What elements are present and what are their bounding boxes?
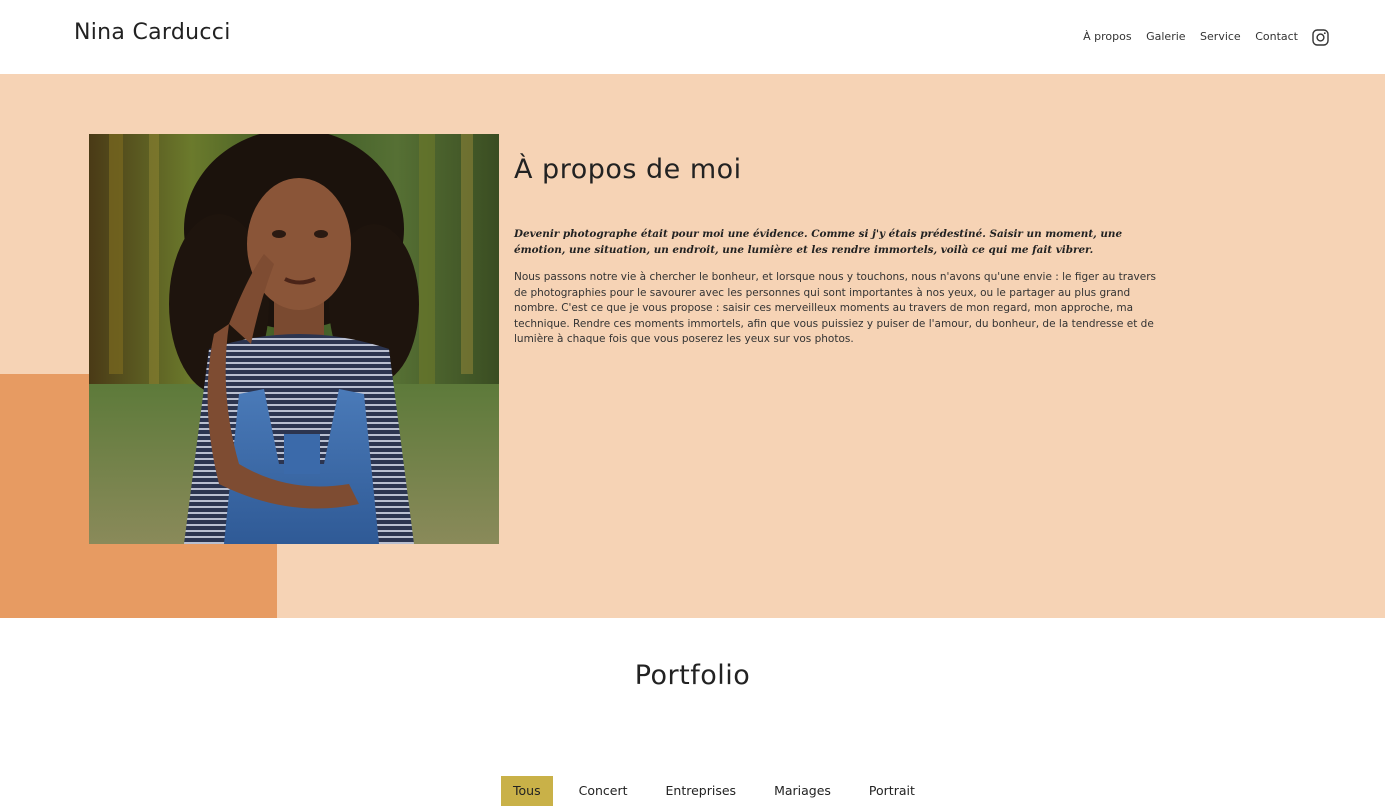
- filter-tous[interactable]: Tous: [501, 776, 553, 806]
- about-body-text: Nous passons notre vie à chercher le bon…: [514, 271, 1157, 346]
- instagram-icon[interactable]: [1312, 29, 1329, 46]
- site-logo[interactable]: Nina Carducci: [74, 20, 231, 45]
- nav-link-contact[interactable]: Contact: [1255, 30, 1298, 43]
- nav-link-service[interactable]: Service: [1200, 30, 1241, 43]
- nav-link-about[interactable]: À propos: [1083, 30, 1131, 43]
- about-lead-text: Devenir photographe était pour moi une é…: [514, 228, 1123, 256]
- filter-portrait[interactable]: Portrait: [857, 776, 927, 806]
- filter-entreprises[interactable]: Entreprises: [654, 776, 749, 806]
- main-nav: À propos Galerie Service Contact: [1083, 28, 1329, 46]
- portfolio-filters: Tous Concert Entreprises Mariages Portra…: [501, 776, 941, 806]
- portfolio-title: Portfolio: [634, 660, 751, 691]
- filter-mariages[interactable]: Mariages: [762, 776, 843, 806]
- about-section: À propos de moi Devenir photographe étai…: [0, 74, 1385, 618]
- portrait-photo: [89, 134, 499, 544]
- nav-link-gallery[interactable]: Galerie: [1146, 30, 1185, 43]
- about-title: À propos de moi: [514, 154, 742, 185]
- filter-concert[interactable]: Concert: [567, 776, 640, 806]
- site-header: Nina Carducci À propos Galerie Service C…: [0, 0, 1385, 74]
